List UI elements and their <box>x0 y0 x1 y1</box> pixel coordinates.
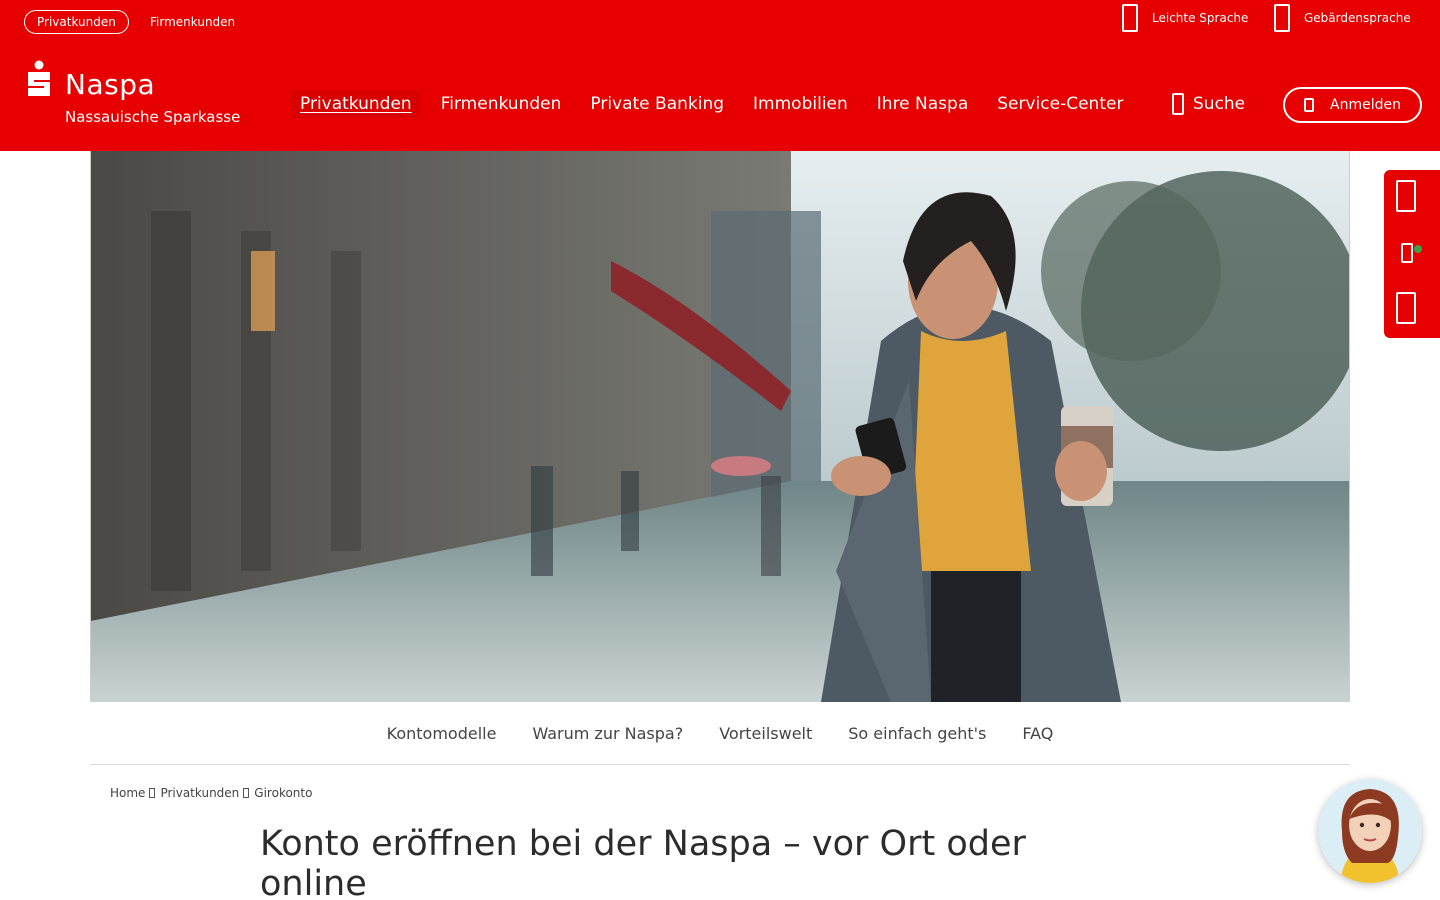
anchor-so-einfach[interactable]: So einfach geht's <box>848 724 986 743</box>
search-button[interactable]: Suche <box>1172 90 1245 118</box>
lock-icon <box>1304 98 1315 112</box>
sparkasse-logo-icon <box>28 60 50 96</box>
nav-ihre-naspa[interactable]: Ihre Naspa <box>869 90 976 118</box>
search-icon <box>1172 93 1184 115</box>
chevron-right-icon <box>149 788 156 798</box>
login-label: Anmelden <box>1330 97 1401 113</box>
breadcrumb-current: Girokonto <box>254 786 313 800</box>
breadcrumb-home[interactable]: Home <box>110 786 145 800</box>
breadcrumb: Home Privatkunden Girokonto <box>110 786 312 800</box>
segment-privatkunden[interactable]: Privatkunden <box>24 10 129 34</box>
anchor-warum-zur-naspa[interactable]: Warum zur Naspa? <box>532 724 683 743</box>
easy-language-label: Leichte Sprache <box>1152 11 1249 25</box>
page-title: Konto eröffnen bei der Naspa – vor Ort o… <box>260 824 1026 900</box>
location-icon[interactable] <box>1396 292 1416 324</box>
login-button[interactable]: Anmelden <box>1283 87 1422 123</box>
sign-language-link[interactable]: Gebärdensprache <box>1274 4 1411 32</box>
hero-photo-woman-with-phone <box>91 151 1349 702</box>
easy-language-icon <box>1122 4 1138 32</box>
easy-language-link[interactable]: Leichte Sprache <box>1122 4 1248 32</box>
brand-name: Naspa <box>65 68 156 101</box>
nav-service-center[interactable]: Service-Center <box>989 90 1131 118</box>
brand-full-name: Nassauische Sparkasse <box>65 108 241 126</box>
anchor-navigation: Kontomodelle Warum zur Naspa? Vorteilswe… <box>90 702 1350 765</box>
chat-assistant-avatar[interactable] <box>1318 779 1422 883</box>
quick-tools-bar <box>1384 170 1440 338</box>
assistant-avatar-icon <box>1340 789 1400 883</box>
hero-image <box>90 151 1350 702</box>
online-status-dot <box>1414 245 1422 253</box>
anchor-kontomodelle[interactable]: Kontomodelle <box>387 724 497 743</box>
nav-privatkunden[interactable]: Privatkunden <box>292 90 420 118</box>
chevron-right-icon <box>243 788 250 798</box>
segment-firmenkunden[interactable]: Firmenkunden <box>150 10 235 34</box>
anchor-faq[interactable]: FAQ <box>1022 724 1053 743</box>
search-label: Suche <box>1193 94 1246 114</box>
main-navigation: Privatkunden Firmenkunden Private Bankin… <box>292 90 1144 118</box>
nav-firmenkunden[interactable]: Firmenkunden <box>433 90 570 118</box>
sign-language-icon <box>1274 4 1290 32</box>
phone-icon[interactable] <box>1396 180 1416 212</box>
site-header: Privatkunden Firmenkunden Leichte Sprach… <box>0 0 1440 151</box>
sign-language-label: Gebärdensprache <box>1304 11 1411 25</box>
nav-private-banking[interactable]: Private Banking <box>582 90 732 118</box>
nav-immobilien[interactable]: Immobilien <box>745 90 856 118</box>
chat-icon[interactable] <box>1401 243 1413 263</box>
breadcrumb-privatkunden[interactable]: Privatkunden <box>160 786 239 800</box>
anchor-vorteilswelt[interactable]: Vorteilswelt <box>719 724 812 743</box>
